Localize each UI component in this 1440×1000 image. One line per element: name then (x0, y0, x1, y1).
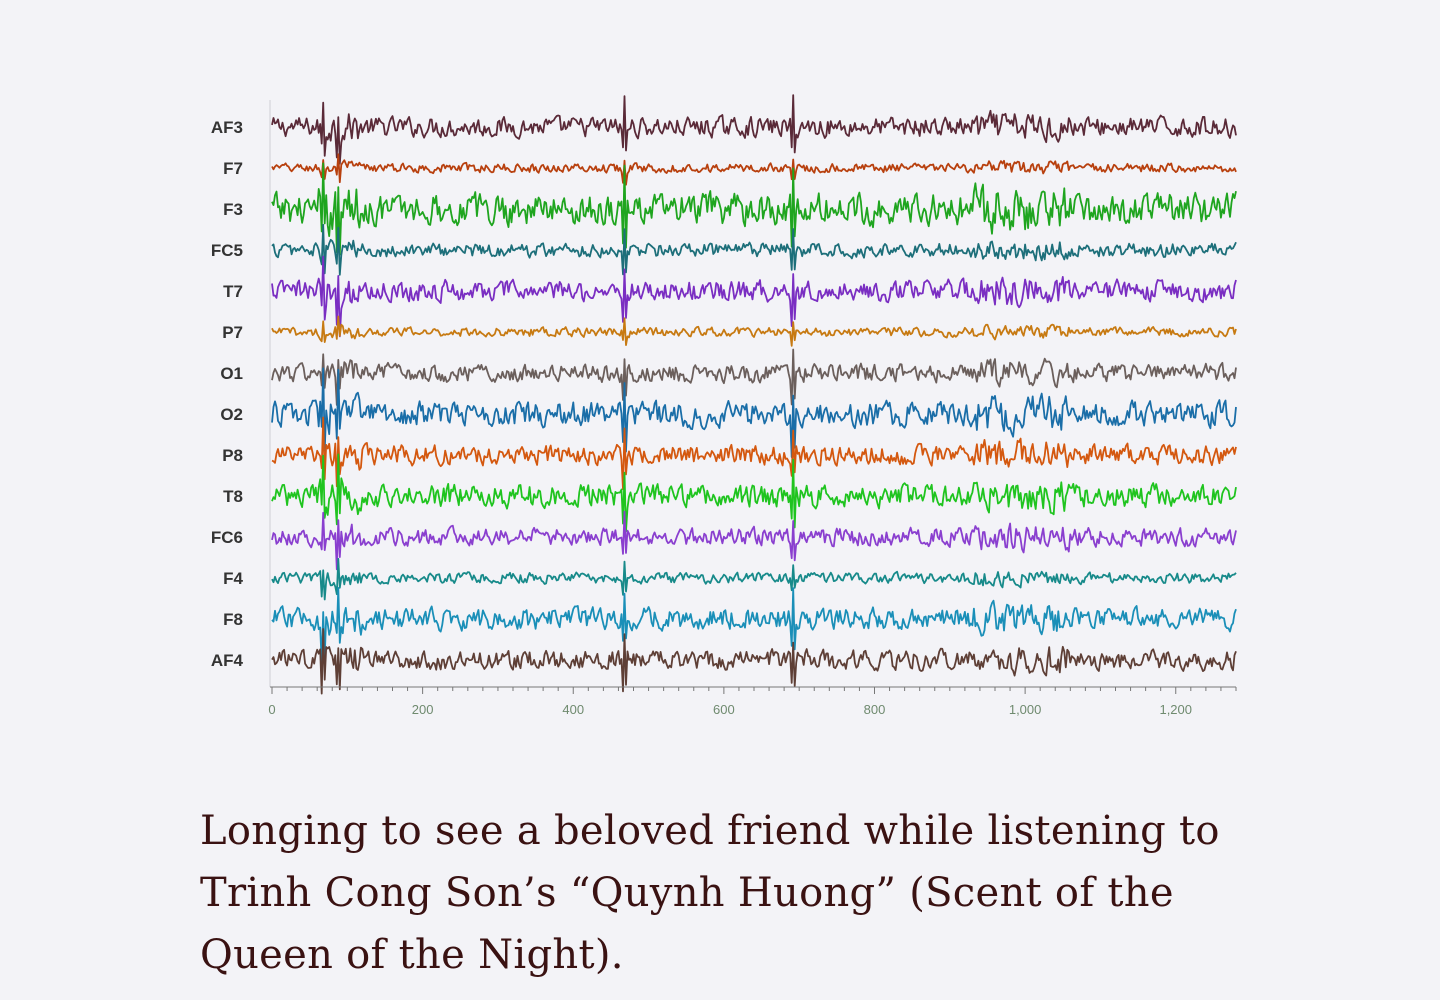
x-tick-label: 600 (713, 702, 735, 717)
channel-label-t7: T7 (223, 282, 243, 301)
eeg-chart: AF3 F7 F3 FC5 T7 P7 O1 O2 P8 T8 FC6 F4 F8 AF4 0 200 400 6… (211, 94, 1237, 717)
x-tick-label: 200 (412, 702, 434, 717)
page: AF3 F7 F3 FC5 T7 P7 O1 O2 P8 T8 FC6 F4 F8 AF4 0 200 400 6… (0, 0, 1440, 1000)
trace-p8 (271, 416, 1237, 491)
x-tick-label: 800 (864, 702, 886, 717)
trace-t8 (271, 453, 1237, 532)
trace-o1 (271, 348, 1237, 406)
caption: Longing to see a beloved friend while li… (200, 808, 1220, 978)
trace-p7 (271, 315, 1237, 347)
channel-label-fc5: FC5 (211, 241, 243, 260)
channel-label-af3: AF3 (211, 118, 243, 137)
x-tick-label: 1,000 (1009, 702, 1042, 717)
channel-label-o1: O1 (220, 364, 243, 383)
channel-label-f8: F8 (223, 610, 243, 629)
channel-label-t8: T8 (223, 487, 243, 506)
trace-f8 (271, 587, 1237, 665)
x-tick-label: 1,200 (1159, 702, 1192, 717)
x-tick-label: 0 (268, 702, 275, 717)
trace-af4 (271, 628, 1237, 695)
channel-label-fc6: FC6 (211, 528, 243, 547)
trace-fc6 (271, 510, 1237, 571)
channel-label-p8: P8 (222, 446, 243, 465)
channel-label-p7: P7 (222, 323, 243, 342)
channel-label-af4: AF4 (211, 651, 244, 670)
trace-fc5 (271, 223, 1237, 276)
channel-traces (271, 94, 1237, 695)
x-tick-label: 400 (562, 702, 584, 717)
trace-f4 (271, 557, 1237, 601)
trace-f3 (271, 162, 1237, 256)
channel-label-o2: O2 (220, 405, 243, 424)
trace-t7 (271, 255, 1237, 338)
channel-label-f7: F7 (223, 159, 243, 178)
channel-label-f3: F3 (223, 200, 243, 219)
trace-f7 (271, 153, 1237, 186)
trace-af3 (271, 94, 1237, 165)
channel-label-f4: F4 (223, 569, 243, 588)
channel-labels: AF3 F7 F3 FC5 T7 P7 O1 O2 P8 T8 FC6 F4 F8 AF4 (211, 118, 244, 670)
